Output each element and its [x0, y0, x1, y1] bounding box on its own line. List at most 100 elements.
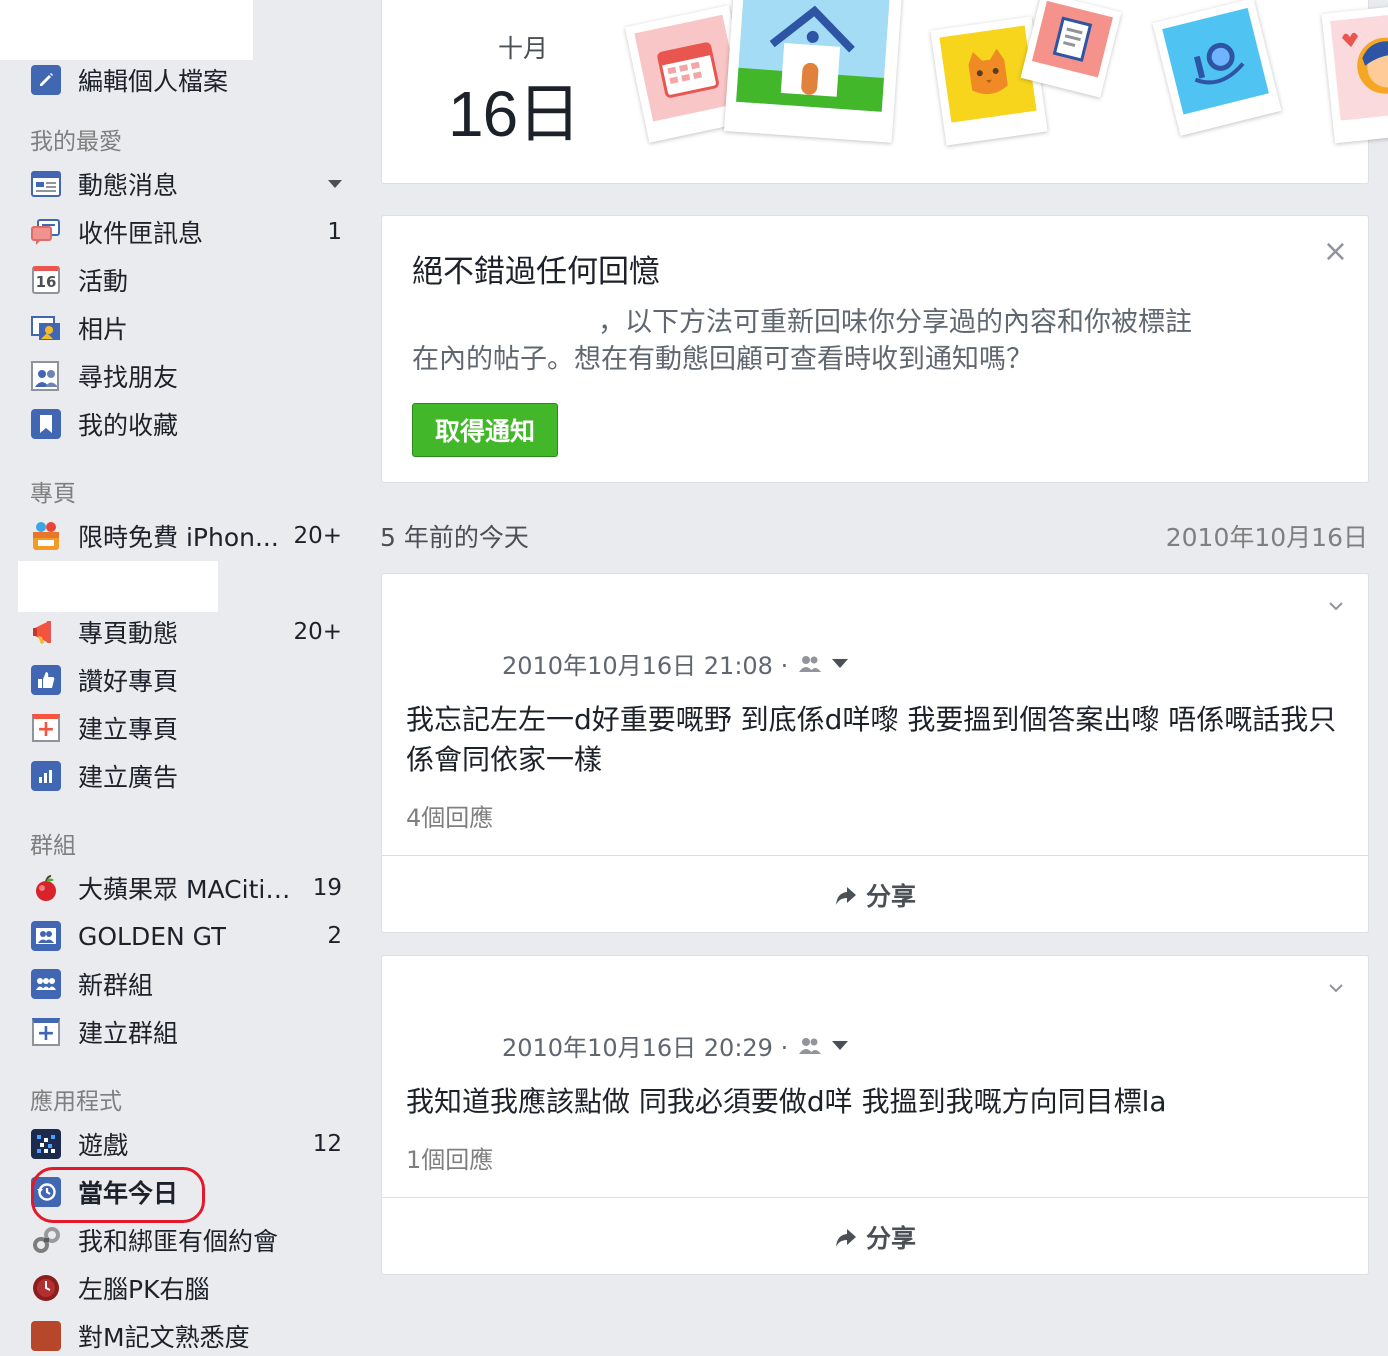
notification-count: 19	[312, 875, 342, 901]
find-friends-icon	[30, 360, 62, 392]
month-label: 十月	[497, 34, 548, 63]
app-gift-icon	[30, 520, 62, 552]
sidebar-item-label: 動態消息	[78, 171, 179, 200]
sidebar-item-label: GOLDEN GT	[78, 921, 227, 951]
post-meta: 2010年10月16日 20:29 ·	[502, 1028, 849, 1063]
sidebar-item-pages-feed[interactable]: 專頁動態 20+	[30, 612, 350, 652]
years-ago-section-header: 5 年前的今天 2010年10月16日	[380, 518, 1368, 554]
apple-icon	[30, 872, 62, 904]
comments-count[interactable]: 4個回應	[406, 798, 493, 833]
sidebar-item-label: 尋找朋友	[78, 363, 179, 392]
handcuffs-icon	[30, 1224, 62, 1256]
sidebar-item-create-page[interactable]: + 建立專頁	[30, 708, 350, 748]
redacted-profile-name	[0, 0, 253, 60]
sidebar-item-group-macitizen[interactable]: 大蘋果眾 MACitiz... 19	[30, 868, 350, 908]
sidebar-item-label: 遊戲	[78, 1131, 129, 1160]
sidebar-item-label: 收件匣訊息	[78, 219, 204, 248]
close-icon[interactable]: ×	[1323, 234, 1348, 269]
sidebar-item-photos[interactable]: 相片	[30, 308, 350, 348]
sidebar-item-label: 新群組	[78, 971, 154, 1000]
share-arrow-icon	[835, 886, 856, 905]
memory-post: 2010年10月16日 20:29 · 我知道我應該點做 同我必須要做d咩 我搵…	[381, 955, 1369, 1275]
share-button[interactable]: 分享	[382, 856, 1368, 933]
photos-icon	[30, 312, 62, 344]
new-group-icon	[30, 968, 62, 1000]
notification-count: 2	[327, 923, 342, 949]
sidebar-item-mcd-app[interactable]: 對M記文熟悉度	[30, 1316, 350, 1356]
sidebar-item-label: 左腦PK右腦	[78, 1275, 210, 1304]
favorites-header: 我的最愛	[30, 129, 122, 155]
notification-count: 20+	[293, 523, 342, 549]
sidebar-item-label: 相片	[78, 315, 129, 344]
post-timestamp[interactable]: 2010年10月16日 21:08 ·	[502, 646, 788, 681]
sidebar-item-label: 建立群組	[78, 1019, 179, 1048]
years-ago-label: 5 年前的今天	[380, 523, 529, 552]
section-date: 2010年10月16日	[1165, 523, 1368, 552]
edit-profile-label: 編輯個人檔案	[78, 67, 229, 96]
sidebar-item-create-ad[interactable]: 建立廣告	[30, 756, 350, 796]
house-illustration	[723, 0, 903, 143]
sidebar-item-page-iphone-apps[interactable]: 限時免費 iPhon... 20+	[30, 516, 350, 556]
search-person-illustration	[1152, 0, 1282, 136]
create-ad-icon	[30, 760, 62, 792]
sidebar-item-label: 限時免費 iPhon...	[78, 523, 279, 552]
post-text: 我知道我應該點做 同我必須要做d咩 我搵到我嘅方向同目標la	[406, 1085, 1167, 1118]
notification-count: 12	[312, 1131, 342, 1157]
sidebar-item-label: 我和綁匪有個約會	[78, 1227, 279, 1256]
sidebar-item-games[interactable]: 遊戲 12	[30, 1124, 350, 1164]
redacted-page	[18, 561, 218, 612]
sidebar-item-liked-pages[interactable]: 讚好專頁	[30, 660, 350, 700]
sidebar-item-label: 對M記文熟悉度	[78, 1323, 250, 1352]
megaphone-icon	[30, 616, 62, 648]
share-arrow-icon	[835, 1228, 856, 1247]
messages-icon	[30, 216, 62, 248]
sidebar-item-label: 活動	[78, 267, 129, 296]
friends-audience-icon[interactable]	[798, 654, 824, 674]
sidebar-item-kidnapper-app[interactable]: 我和綁匪有個約會	[30, 1220, 350, 1260]
brain-icon	[30, 1272, 62, 1304]
sidebar-item-label: 大蘋果眾 MACitiz...	[78, 875, 293, 904]
create-page-icon: +	[30, 712, 62, 744]
date-header-card: 十月 16日	[381, 0, 1388, 184]
caret-down-icon[interactable]	[328, 180, 342, 188]
sidebar-item-label: 建立廣告	[78, 763, 179, 792]
saved-bookmark-icon	[30, 408, 62, 440]
get-notifications-button[interactable]: 取得通知	[412, 403, 558, 457]
memories-promo-card: 絕不錯過任何回憶 × ，以下方法可重新回味你分享過的內容和你被標註 在內的帖子。…	[381, 215, 1369, 483]
memory-post: 2010年10月16日 21:08 · 我忘記左左一d好重要嘅野 到底係d咩嚟 …	[381, 573, 1369, 933]
chevron-down-icon[interactable]	[1328, 980, 1344, 996]
memories-title: 絕不錯過任何回憶	[412, 254, 660, 290]
memories-description: ，以下方法可重新回味你分享過的內容和你被標註 在內的帖子。想在有動態回顧可查看時…	[412, 305, 1192, 375]
unread-count: 1	[327, 219, 342, 245]
share-button[interactable]: 分享	[382, 1198, 1368, 1275]
day-label: 16日	[448, 78, 581, 150]
sidebar-item-saved[interactable]: 我的收藏	[30, 404, 350, 444]
group-icon	[30, 920, 62, 952]
pages-header: 專頁	[30, 481, 76, 507]
sidebar-item-news-feed[interactable]: 動態消息	[30, 164, 350, 204]
audience-caret-icon[interactable]	[832, 659, 849, 668]
sidebar-item-find-friends[interactable]: 尋找朋友	[30, 356, 350, 396]
sidebar-item-events[interactable]: 16 活動	[30, 260, 350, 300]
sidebar-item-create-group[interactable]: + 建立群組	[30, 1012, 350, 1052]
sidebar-item-label: 讚好專頁	[78, 667, 179, 696]
events-calendar-icon: 16	[30, 264, 62, 296]
sidebar-item-label: 我的收藏	[78, 411, 179, 440]
sidebar-item-group-golden-gt[interactable]: GOLDEN GT 2	[30, 916, 350, 956]
apps-header: 應用程式	[30, 1089, 122, 1115]
edit-profile-link[interactable]: 編輯個人檔案	[30, 60, 350, 100]
post-timestamp[interactable]: 2010年10月16日 20:29 ·	[502, 1028, 788, 1063]
groups-header: 群組	[30, 833, 76, 859]
pencil-icon	[30, 64, 62, 96]
sidebar-item-new-group[interactable]: 新群組	[30, 964, 350, 1004]
woman-illustration	[1321, 4, 1388, 144]
comments-count[interactable]: 1個回應	[406, 1140, 493, 1175]
sidebar-item-messages[interactable]: 收件匣訊息 1	[30, 212, 350, 252]
sidebar-item-brain-app[interactable]: 左腦PK右腦	[30, 1268, 350, 1308]
chevron-down-icon[interactable]	[1328, 598, 1344, 614]
left-sidebar: 編輯個人檔案 我的最愛 動態消息 收件匣訊息 1 16 活動 相片 尋找朋友 我…	[0, 0, 360, 1352]
audience-caret-icon[interactable]	[832, 1041, 849, 1050]
friends-audience-icon[interactable]	[798, 1036, 824, 1056]
thumbs-up-icon	[30, 664, 62, 696]
sidebar-item-label: 專頁動態	[78, 619, 179, 648]
